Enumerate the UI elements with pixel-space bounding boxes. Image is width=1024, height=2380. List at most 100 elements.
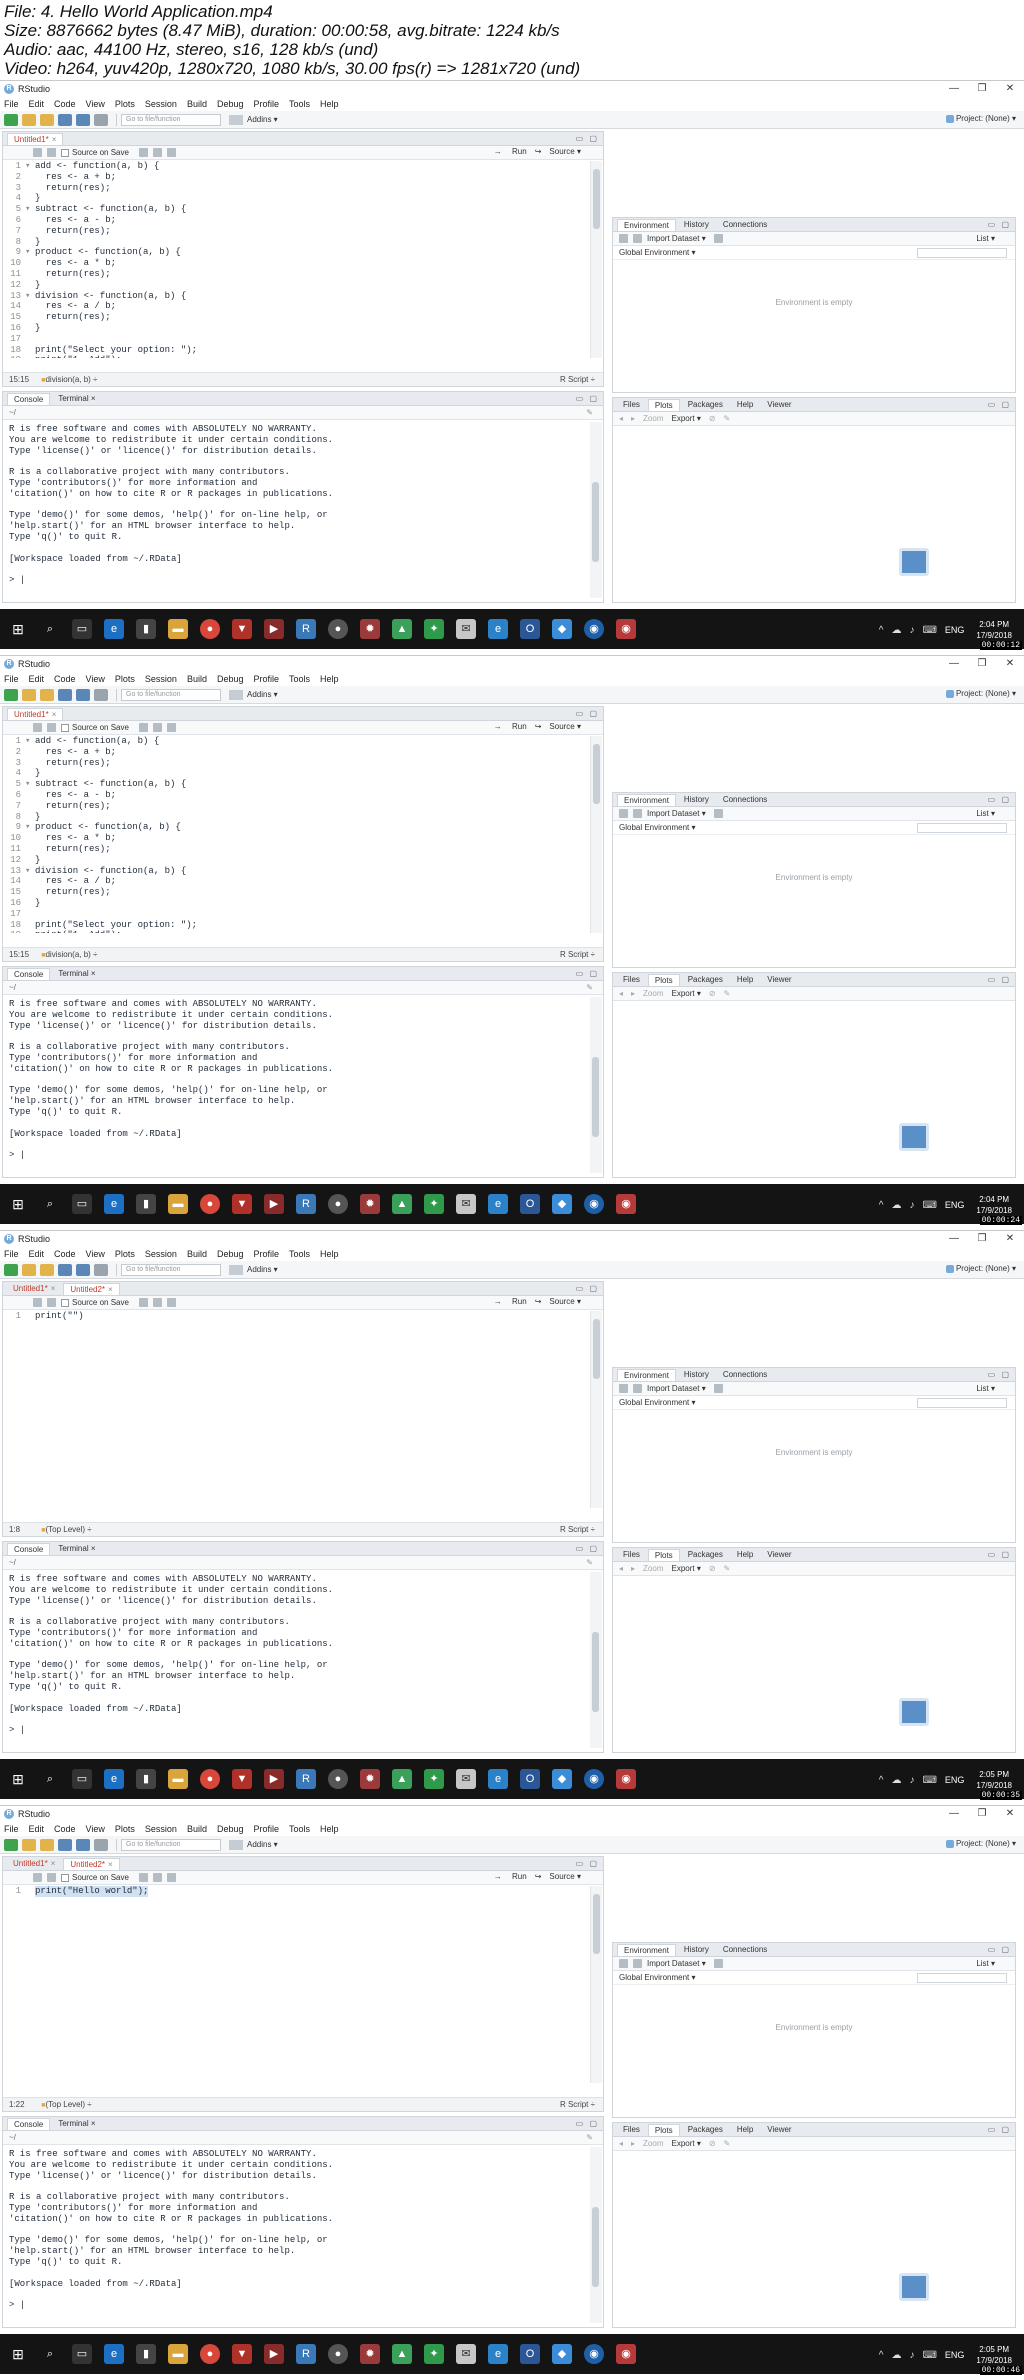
open-file-icon[interactable] bbox=[40, 113, 54, 126]
recorder-icon[interactable]: ◉ bbox=[616, 1769, 636, 1789]
code-line[interactable]: 10 res <- a * b; bbox=[3, 833, 589, 844]
addins-menu[interactable]: Addins ▾ bbox=[247, 1840, 278, 1849]
zoom-button[interactable]: Zoom bbox=[643, 2139, 663, 2148]
search-icon[interactable]: ⌕ bbox=[40, 619, 60, 639]
search-icon[interactable]: ⌕ bbox=[40, 1769, 60, 1789]
save-workspace-icon[interactable] bbox=[633, 1384, 642, 1393]
code-line[interactable]: 15 return(res); bbox=[3, 312, 589, 323]
save-current-icon[interactable] bbox=[47, 1873, 56, 1882]
tab-connections[interactable]: Connections bbox=[716, 794, 774, 806]
console-output[interactable]: R is free software and comes with ABSOLU… bbox=[9, 424, 589, 586]
menu-file[interactable]: File bbox=[4, 674, 19, 684]
global-environment-selector[interactable]: Global Environment ▾ bbox=[619, 248, 696, 257]
task-view-icon[interactable]: ▭ bbox=[72, 619, 92, 639]
taskbar-clock[interactable]: 2:04 PM 17/9/2018 bbox=[976, 1194, 1012, 1216]
project-menu[interactable]: Project: (None) ▾ bbox=[945, 689, 1016, 698]
clear-plots-icon[interactable]: ✎ bbox=[724, 2139, 731, 2148]
menu-help[interactable]: Help bbox=[320, 674, 339, 684]
code-line[interactable]: 19 print("1. Add"); bbox=[3, 355, 589, 358]
code-tools-icon[interactable] bbox=[152, 1298, 162, 1307]
save-icon[interactable] bbox=[58, 1838, 72, 1851]
antivirus-icon[interactable]: ▼ bbox=[232, 2344, 252, 2364]
console-scroll-thumb[interactable] bbox=[592, 2207, 599, 2287]
global-environment-selector[interactable]: Global Environment ▾ bbox=[619, 823, 696, 832]
code-area[interactable]: 1 print("Hello world"); bbox=[3, 1886, 589, 2083]
tray-arrow-icon[interactable]: ^ bbox=[879, 1775, 884, 1786]
show-in-window-icon[interactable] bbox=[33, 148, 42, 157]
pane-window-controls[interactable]: ▭ ▢ bbox=[576, 134, 599, 143]
fold-arrow-icon[interactable] bbox=[25, 758, 35, 769]
gear-app-icon[interactable]: ✹ bbox=[360, 619, 380, 639]
tab-terminal[interactable]: Terminal × bbox=[52, 393, 102, 405]
tab-viewer[interactable]: Viewer bbox=[761, 1549, 798, 1561]
keyboard-icon[interactable]: ⌨ bbox=[922, 625, 936, 636]
global-environment-selector[interactable]: Global Environment ▾ bbox=[619, 1973, 696, 1982]
clear-workspace-icon[interactable] bbox=[713, 1959, 723, 1968]
android-icon[interactable]: ▲ bbox=[392, 619, 412, 639]
tab-history[interactable]: History bbox=[677, 219, 715, 231]
global-environment-selector[interactable]: Global Environment ▾ bbox=[619, 1398, 696, 1407]
fold-arrow-icon[interactable] bbox=[25, 301, 35, 312]
zoom-button[interactable]: Zoom bbox=[643, 1564, 663, 1573]
editor-tab-1[interactable]: Untitled1* × bbox=[7, 708, 64, 720]
input-language[interactable]: ENG bbox=[945, 1200, 965, 1210]
fold-arrow-icon[interactable] bbox=[25, 334, 35, 345]
source-on-save-checkbox[interactable] bbox=[61, 148, 69, 157]
project-menu[interactable]: Project: (None) ▾ bbox=[945, 1264, 1016, 1273]
keyboard-icon[interactable]: ⌨ bbox=[922, 2350, 936, 2361]
menu-code[interactable]: Code bbox=[54, 99, 76, 109]
menu-file[interactable]: File bbox=[4, 1249, 19, 1259]
find-replace-icon[interactable] bbox=[138, 723, 148, 732]
clear-plots-icon[interactable]: ✎ bbox=[724, 989, 731, 998]
fold-arrow-icon[interactable] bbox=[25, 172, 35, 183]
code-line[interactable]: 16} bbox=[3, 323, 589, 334]
editor-scroll-thumb[interactable] bbox=[593, 1894, 600, 1954]
tab-files[interactable]: Files bbox=[617, 974, 646, 986]
close-tab-icon[interactable]: × bbox=[108, 1860, 113, 1869]
rstudio-task-icon[interactable]: R bbox=[296, 1769, 316, 1789]
taskbar-clock[interactable]: 2:04 PM 17/9/2018 bbox=[976, 619, 1012, 641]
ie-icon[interactable]: e bbox=[488, 1769, 508, 1789]
editor-tab-1[interactable]: Untitled1* × bbox=[7, 1858, 62, 1870]
editor-tab-2[interactable]: Untitled2* × bbox=[63, 1858, 120, 1870]
edge-icon[interactable]: e bbox=[104, 619, 124, 639]
menu-edit[interactable]: Edit bbox=[29, 1249, 45, 1259]
menu-file[interactable]: File bbox=[4, 99, 19, 109]
close-window-button[interactable]: ✕ bbox=[996, 1231, 1024, 1247]
code-line[interactable]: 18 print("Select your option: "); bbox=[3, 345, 589, 356]
clear-workspace-icon[interactable] bbox=[713, 1384, 723, 1393]
fold-arrow-icon[interactable] bbox=[25, 747, 35, 758]
menu-tools[interactable]: Tools bbox=[289, 1824, 310, 1834]
maximize-button[interactable]: ❐ bbox=[968, 656, 996, 672]
mail-icon[interactable]: ✉ bbox=[456, 619, 476, 639]
minimize-button[interactable]: — bbox=[940, 1806, 968, 1822]
gear-app-icon[interactable]: ✹ bbox=[360, 1194, 380, 1214]
tray-arrow-icon[interactable]: ^ bbox=[879, 2350, 884, 2361]
green-app-icon[interactable]: ✦ bbox=[424, 1194, 444, 1214]
workspace-panes-icon[interactable] bbox=[229, 1264, 243, 1275]
run-button[interactable]: → Run bbox=[486, 147, 527, 156]
env-search-input[interactable] bbox=[917, 823, 1007, 833]
menu-edit[interactable]: Edit bbox=[29, 1824, 45, 1834]
save-icon[interactable] bbox=[58, 113, 72, 126]
antivirus-icon[interactable]: ▼ bbox=[232, 619, 252, 639]
env-search-input[interactable] bbox=[917, 1398, 1007, 1408]
export-menu[interactable]: Export ▾ bbox=[671, 414, 700, 423]
menu-help[interactable]: Help bbox=[320, 1249, 339, 1259]
start-icon[interactable]: ⊞ bbox=[8, 2344, 28, 2364]
cloud-icon[interactable]: ☁ bbox=[891, 1775, 901, 1786]
source-on-save-checkbox[interactable] bbox=[61, 1873, 69, 1882]
explorer-icon[interactable]: ▬ bbox=[168, 619, 188, 639]
working-directory[interactable]: ~/ bbox=[9, 1558, 16, 1567]
fold-arrow-icon[interactable]: ▾ bbox=[25, 736, 35, 747]
rstudio-task-icon[interactable]: R bbox=[296, 619, 316, 639]
save-icon[interactable] bbox=[58, 688, 72, 701]
new-file-icon[interactable] bbox=[4, 688, 18, 701]
cmd-icon[interactable]: ▮ bbox=[136, 2344, 156, 2364]
volume-icon[interactable]: ♪ bbox=[909, 1775, 914, 1786]
menu-debug[interactable]: Debug bbox=[217, 99, 244, 109]
editor-tab-2[interactable]: Untitled2* × bbox=[63, 1283, 120, 1295]
tab-help[interactable]: Help bbox=[730, 1549, 760, 1561]
env-pane-controls[interactable]: ▭ ▢ bbox=[988, 220, 1011, 229]
remove-plot-icon[interactable]: ⊘ bbox=[709, 1564, 716, 1573]
